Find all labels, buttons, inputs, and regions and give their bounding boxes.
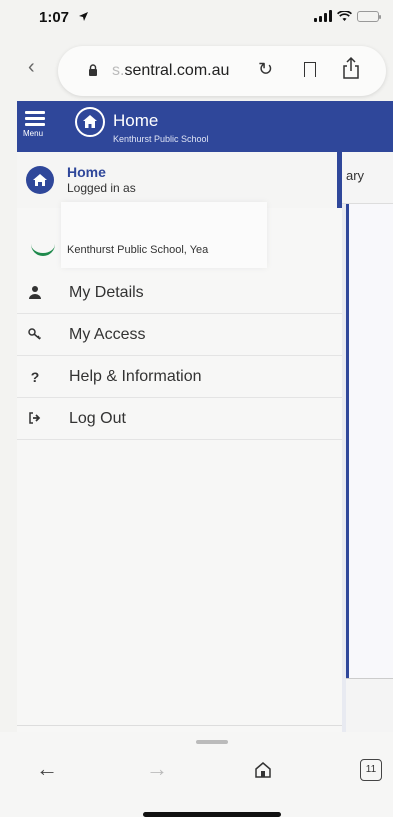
home-icon[interactable] [75,107,105,137]
menu-item-label: My Details [69,284,144,301]
status-icons [314,10,381,22]
browser-bottom-toolbar: ← → 11 [0,732,393,817]
drawer-logged-in-label: Logged in as [67,181,136,195]
bookmark-icon[interactable] [304,62,316,77]
menu-item-label: Log Out [69,410,126,427]
signal-icon [314,10,332,22]
url-text[interactable]: s.sentral.com.au [112,62,229,80]
home-indicator [143,812,281,817]
forward-arrow-icon[interactable]: → [146,756,168,782]
menu-item-label: My Access [69,326,146,343]
page-content-panel [346,204,393,678]
lock-icon [89,64,97,76]
navigation-drawer: Home Logged in as Kenthurst Public Schoo… [17,152,342,732]
home-badge-icon [26,166,54,194]
menu-item-my-access[interactable]: My Access [17,314,342,356]
page-partial-label[interactable]: ary [346,168,364,183]
reload-icon[interactable]: ↻ [258,59,273,80]
drawer-home-title: Home [67,164,106,180]
menu-item-log-out[interactable]: Log Out [17,398,342,440]
student-card [61,202,267,268]
school-name: Kenthurst Public School [113,134,209,144]
page-footer [346,678,393,732]
school-logo-icon [31,242,55,256]
back-arrow-icon[interactable]: ← [36,756,58,782]
grab-handle[interactable] [196,740,228,744]
active-indicator [337,152,342,208]
address-bar[interactable]: s.sentral.com.au ↻ [58,46,386,96]
school-enrolment-text: Kenthurst Public School, Yea [67,244,209,256]
battery-icon [357,10,381,22]
logout-icon [27,411,43,427]
app-header: Menu Home Kenthurst Public School [17,101,393,152]
share-icon[interactable] [342,56,360,80]
question-icon: ? [30,369,40,385]
status-time: 1:07 [39,9,70,26]
menu-label: Menu [23,129,44,138]
location-arrow-icon [79,12,88,21]
wifi-icon [337,10,352,21]
person-icon [27,285,43,301]
tab-back-chevron-icon[interactable]: ‹ [28,56,35,79]
menu-item-help-information[interactable]: ? Help & Information [17,356,342,398]
tabs-button[interactable]: 11 [360,759,382,781]
browser-toolbar: ‹ s.sentral.com.au ↻ [0,40,393,98]
drawer-home-item[interactable]: Home Logged in as [17,152,342,208]
page-title: Home [113,111,159,130]
menu-item-label: Help & Information [69,368,202,385]
menu-button[interactable]: Menu [23,111,49,149]
menu-item-my-details[interactable]: My Details [17,272,342,314]
status-bar: 1:07 [0,0,393,36]
drawer-divider [17,725,342,726]
key-icon [27,327,43,343]
home-icon[interactable] [254,762,272,778]
